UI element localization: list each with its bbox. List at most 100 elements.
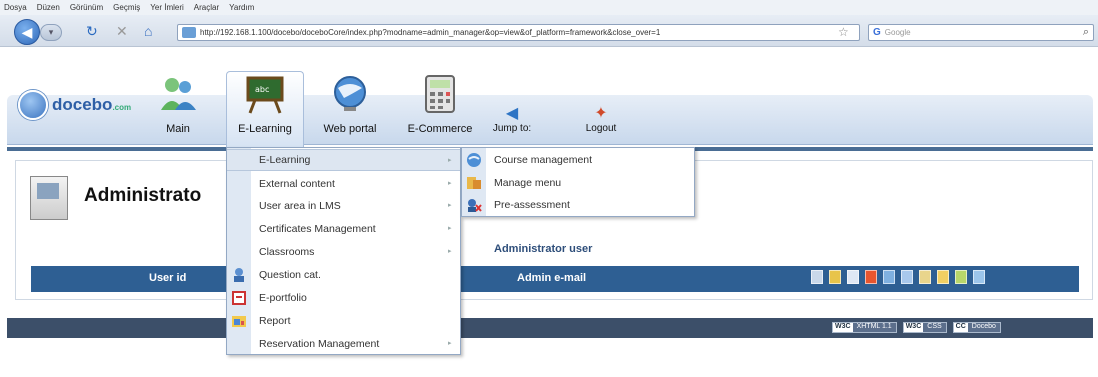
logout-icon: ✦ <box>594 105 608 122</box>
key-icon[interactable] <box>937 270 949 284</box>
search-icon[interactable] <box>811 270 823 284</box>
logout-button[interactable]: ✦ Logout <box>578 105 624 134</box>
menu-item-course-management[interactable]: Course management <box>462 149 694 171</box>
menu-item-label: Question cat. <box>259 269 321 281</box>
submenu-arrow-icon: ▸ <box>448 180 452 187</box>
docebo-badge[interactable]: CC Docebo <box>952 322 1001 333</box>
reload-icon[interactable]: ↻ <box>86 24 98 38</box>
logo-suffix: .com <box>112 103 132 112</box>
menu-view[interactable]: Görünüm <box>70 3 103 12</box>
menu-edit[interactable]: Düzen <box>37 3 60 12</box>
logout-label: Logout <box>585 123 617 134</box>
submenu-arrow-icon: ▸ <box>448 340 452 347</box>
menu-item-label: Course management <box>494 154 593 166</box>
search-input[interactable]: G Google ⌕ <box>868 24 1094 41</box>
menu-item-external-content[interactable]: External content ▸ <box>227 173 460 195</box>
menu-history[interactable]: Geçmiş <box>113 3 140 12</box>
tab-web-portal[interactable]: Web portal <box>318 74 382 135</box>
stop-icon[interactable]: ✕ <box>116 24 128 38</box>
menu-item-pre-assessment[interactable]: Pre-assessment <box>462 194 694 216</box>
blackboard-icon: abc <box>246 76 284 114</box>
jump-icon: ◀ <box>505 105 519 122</box>
css-badge[interactable]: W3C CSS <box>902 322 947 333</box>
menu-item-question-cat[interactable]: Question cat. <box>227 264 460 286</box>
badge-prefix: CC <box>953 323 968 332</box>
menu-item-certificates[interactable]: Certificates Management ▸ <box>227 218 460 240</box>
menu-item-label: User area in LMS <box>259 200 341 212</box>
menu-item-e-portfolio[interactable]: E-portfolio <box>227 287 460 309</box>
menu-bookmarks[interactable]: Yer İmleri <box>150 3 184 12</box>
jump-to-button[interactable]: ◀ Jump to: <box>488 105 536 134</box>
chart-icon[interactable] <box>955 270 967 284</box>
page-title: Administrato <box>84 185 202 206</box>
submenu-arrow-icon: ▸ <box>448 225 452 232</box>
menu-icon <box>467 177 481 189</box>
svg-text:abc: abc <box>255 85 269 94</box>
tab-e-commerce[interactable]: E-Commerce <box>404 74 476 135</box>
docebo-logo[interactable]: docebo.com <box>18 90 131 120</box>
home-icon[interactable]: ⌂ <box>144 24 152 38</box>
search-icon[interactable]: ⌕ <box>1083 26 1089 39</box>
table-header: User id Admin e-mail <box>31 266 1079 292</box>
settings-icon[interactable] <box>973 270 985 284</box>
menu-item-report[interactable]: Report <box>227 310 460 332</box>
admin-page-icon <box>30 176 68 220</box>
calculator-icon <box>425 75 455 113</box>
bookmark-star-icon[interactable]: ☆ <box>838 25 849 39</box>
menu-item-label: External content <box>259 178 335 190</box>
e-learning-dropdown: E-Learning ▸ External content ▸ User are… <box>226 147 461 355</box>
edit-icon[interactable] <box>829 270 841 284</box>
menu-file[interactable]: Dosya <box>4 3 27 12</box>
column-user-id[interactable]: User id <box>149 272 186 284</box>
badge-label: CSS <box>927 323 942 330</box>
menu-item-reservation[interactable]: Reservation Management ▸ <box>227 333 460 355</box>
assessment-icon <box>468 199 482 212</box>
menu-tools[interactable]: Araçlar <box>194 3 219 12</box>
badge-label: Docebo <box>971 323 996 330</box>
jump-to-label: Jump to: <box>492 123 532 134</box>
badge-prefix: W3C <box>833 323 853 332</box>
menu-item-label: E-portfolio <box>259 292 307 304</box>
report-icon <box>232 316 246 327</box>
menu-item-label: Reservation Management <box>259 338 380 350</box>
question-icon <box>234 268 244 282</box>
menu-item-manage-menu[interactable]: Manage menu <box>462 172 694 194</box>
mail-icon[interactable] <box>901 270 913 284</box>
menu-item-user-area[interactable]: User area in LMS ▸ <box>227 195 460 217</box>
menu-item-label: Pre-assessment <box>494 199 570 211</box>
submenu-arrow-icon: ▸ <box>448 202 452 209</box>
url-bar[interactable]: http://192.168.1.100/docebo/doceboCore/i… <box>177 24 860 41</box>
document-icon[interactable] <box>847 270 859 284</box>
forward-icon[interactable]: ▾ <box>40 24 62 41</box>
xhtml-badge[interactable]: W3C XHTML 1.1 <box>832 322 897 333</box>
tab-e-learning-label: E-Learning <box>238 123 292 135</box>
folder-icon[interactable] <box>919 270 931 284</box>
tab-e-learning[interactable]: abc E-Learning <box>231 74 299 135</box>
menu-help[interactable]: Yardım <box>229 3 254 12</box>
tab-main-label: Main <box>166 123 190 135</box>
badge-label: XHTML 1.1 <box>856 323 892 330</box>
logo-text: docebo <box>52 95 113 114</box>
menu-item-e-learning[interactable]: E-Learning ▸ <box>227 149 460 171</box>
menu-item-label: Certificates Management <box>259 223 376 235</box>
browser-navbar: ◀ ▾ ↻ ✕ ⌂ http://192.168.1.100/docebo/do… <box>0 15 1098 47</box>
tab-e-commerce-label: E-Commerce <box>407 123 473 135</box>
warning-icon[interactable] <box>865 270 877 284</box>
grid-icon[interactable] <box>883 270 895 284</box>
back-icon[interactable]: ◀ <box>14 19 40 45</box>
tab-main[interactable]: Main <box>158 74 198 135</box>
column-admin-email[interactable]: Admin e-mail <box>517 272 586 284</box>
menu-item-label: Report <box>259 315 291 327</box>
menu-item-label: E-Learning <box>259 154 311 166</box>
tab-web-portal-label: Web portal <box>323 123 377 135</box>
table-caption: Administrator user <box>494 243 593 255</box>
globe-icon <box>334 76 366 111</box>
search-placeholder: Google <box>884 28 911 37</box>
logo-mark-icon <box>18 90 48 120</box>
menu-item-classrooms[interactable]: Classrooms ▸ <box>227 241 460 263</box>
course-icon <box>467 153 481 167</box>
site-favicon-icon <box>182 27 196 38</box>
badge-prefix: W3C <box>903 323 924 332</box>
google-icon: G <box>873 27 881 38</box>
e-learning-submenu: Course management Manage menu Pre-assess… <box>461 147 695 217</box>
